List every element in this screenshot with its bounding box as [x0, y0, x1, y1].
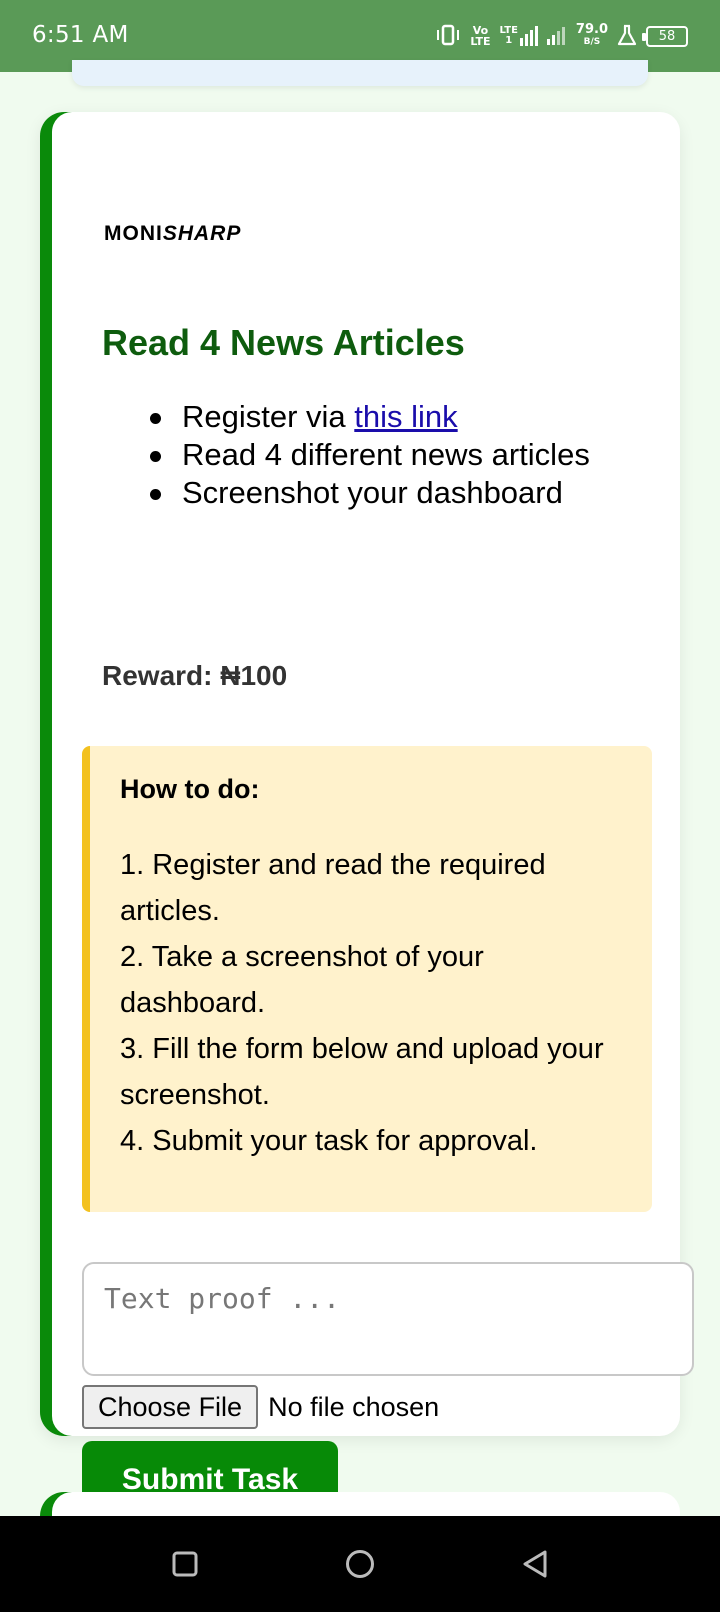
reward-label: Reward: ₦100: [102, 660, 288, 691]
how-to-step: 1. Register and read the required articl…: [120, 849, 546, 927]
previous-card: [72, 60, 648, 86]
task-card: MONISHARP Read 4 News Articles Register …: [40, 112, 694, 1519]
battery-icon: 58: [642, 25, 688, 47]
task-step: Screenshot your dashboard: [138, 474, 658, 512]
task-title: Read 4 News Articles: [102, 322, 465, 363]
status-icons: Vo LTE LTE 1 79.0 B/S 58: [435, 18, 688, 54]
how-to-box: How to do: 1. Register and read the requ…: [82, 746, 652, 1212]
how-to-step: 2. Take a screenshot of your dashboard.: [120, 941, 484, 1019]
how-to-steps: 1. Register and read the required articl…: [120, 842, 620, 1164]
task-step: Read 4 different news articles: [138, 436, 658, 474]
how-to-title: How to do:: [120, 774, 260, 804]
task-card-body: MONISHARP Read 4 News Articles Register …: [52, 112, 694, 1519]
choose-file-button[interactable]: Choose File: [82, 1385, 259, 1429]
task-steps: Register via this link Read 4 different …: [138, 398, 658, 512]
navigation-bar: [0, 1516, 720, 1612]
file-status: No file chosen: [268, 1391, 440, 1422]
status-time: 6:51 AM: [32, 22, 129, 48]
signal-lte-icon: LTE 1: [500, 26, 538, 46]
triangle-back-icon[interactable]: [520, 1549, 550, 1579]
signal-icon: [546, 25, 567, 48]
file-upload: Choose File No file chosen: [82, 1384, 439, 1430]
how-to-step: 4. Submit your task for approval.: [120, 1125, 538, 1157]
vibrate-icon: [435, 24, 461, 49]
text-proof-input[interactable]: [82, 1262, 694, 1376]
net-speed: 79.0 B/S: [575, 22, 608, 47]
register-link[interactable]: this link: [354, 399, 457, 434]
volte-indicator: Vo LTE: [470, 24, 491, 48]
circle-icon[interactable]: [345, 1549, 375, 1579]
task-step: Register via this link: [138, 398, 658, 436]
square-icon[interactable]: [170, 1549, 200, 1579]
brand-logo: MONISHARP: [104, 222, 242, 245]
how-to-step: 3. Fill the form below and upload your s…: [120, 1033, 604, 1111]
flask-icon: [617, 24, 637, 49]
